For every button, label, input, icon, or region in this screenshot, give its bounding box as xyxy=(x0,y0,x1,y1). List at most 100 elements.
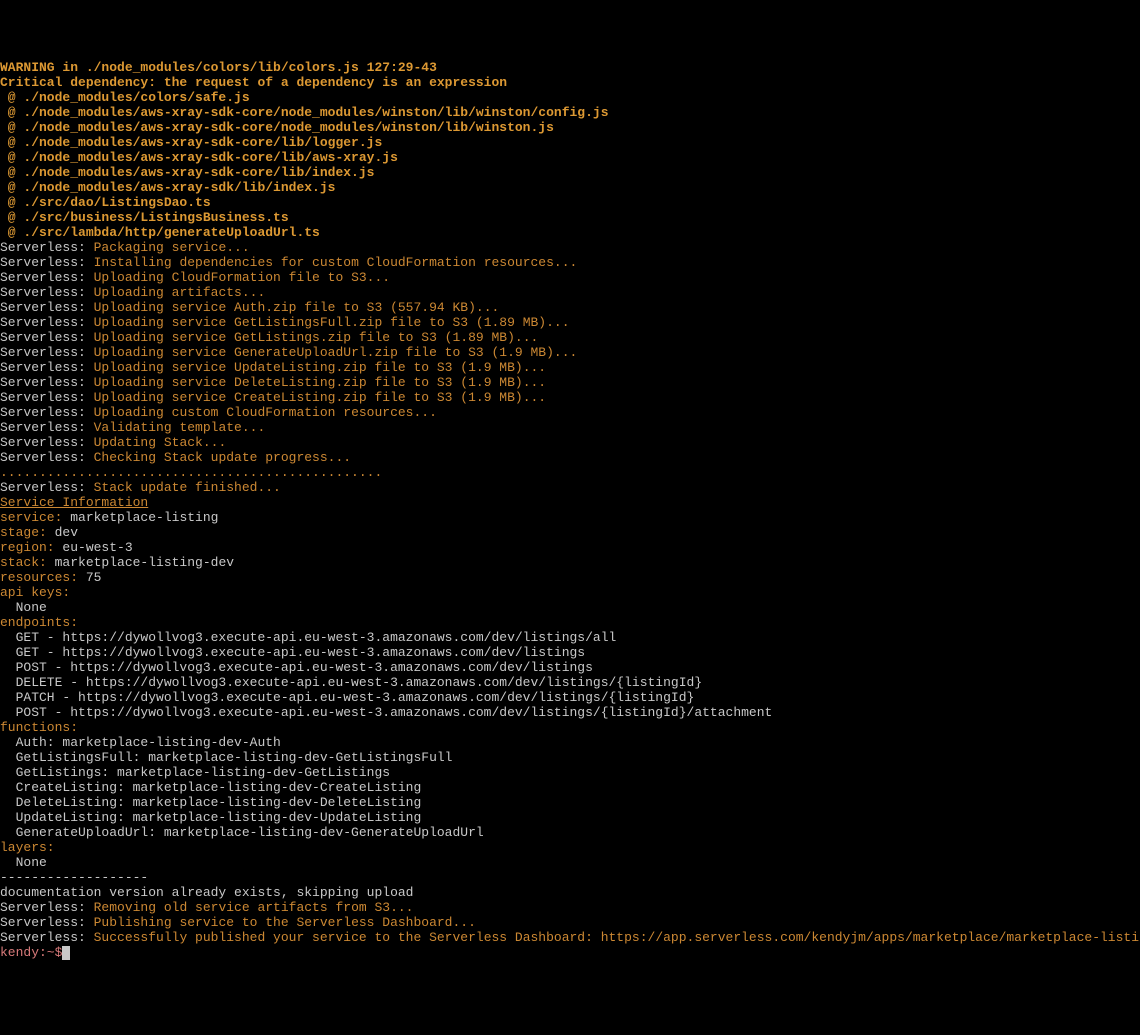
serverless-step-9: Uploading service DeleteListing.zip file… xyxy=(94,375,546,390)
serverless-step-0: Packaging service... xyxy=(94,240,250,255)
dashes: ------------------- xyxy=(0,870,1140,885)
sls-line-9: Serverless: Uploading service DeleteList… xyxy=(0,375,1140,390)
sls-line-11: Serverless: Uploading custom CloudFormat… xyxy=(0,405,1140,420)
sls-line-13: Serverless: Updating Stack... xyxy=(0,435,1140,450)
serverless-step-10: Uploading service CreateListing.zip file… xyxy=(94,390,546,405)
warning-stack-8: @ ./src/business/ListingsBusiness.ts xyxy=(0,210,1140,225)
serverless-step-1: Installing dependencies for custom Cloud… xyxy=(94,255,578,270)
serverless-prefix: Serverless: xyxy=(0,450,94,465)
serverless-prefix: Serverless: xyxy=(0,915,94,930)
warning-stack-5: @ ./node_modules/aws-xray-sdk-core/lib/i… xyxy=(0,165,1140,180)
doc-skip: documentation version already exists, sk… xyxy=(0,885,1140,900)
function-3: CreateListing: marketplace-listing-dev-C… xyxy=(0,780,1140,795)
function-5: UpdateListing: marketplace-listing-dev-U… xyxy=(0,810,1140,825)
warning-stack-7: @ ./src/dao/ListingsDao.ts xyxy=(0,195,1140,210)
sls-line-7: Serverless: Uploading service GenerateUp… xyxy=(0,345,1140,360)
info-region: region: eu-west-3 xyxy=(0,540,1140,555)
serverless-prefix: Serverless: xyxy=(0,270,94,285)
serverless-prefix: Serverless: xyxy=(0,390,94,405)
function-2: GetListings: marketplace-listing-dev-Get… xyxy=(0,765,1140,780)
serverless-step-11: Uploading custom CloudFormation resource… xyxy=(94,405,437,420)
serverless-prefix: Serverless: xyxy=(0,315,94,330)
info-apikeys-value: None xyxy=(0,600,1140,615)
info-service: service: marketplace-listing xyxy=(0,510,1140,525)
sls-line-2: Serverless: Uploading CloudFormation fil… xyxy=(0,270,1140,285)
serverless-prefix: Serverless: xyxy=(0,300,94,315)
function-0: Auth: marketplace-listing-dev-Auth xyxy=(0,735,1140,750)
info-stage: stage: dev xyxy=(0,525,1140,540)
info-stack: stack: marketplace-listing-dev xyxy=(0,555,1140,570)
serverless-prefix: Serverless: xyxy=(0,285,94,300)
info-functions-label: functions: xyxy=(0,720,1140,735)
warning-stack-9: @ ./src/lambda/http/generateUploadUrl.ts xyxy=(0,225,1140,240)
info-layers-label: layers: xyxy=(0,840,1140,855)
sls-line-3: Serverless: Uploading artifacts... xyxy=(0,285,1140,300)
sls-line-10: Serverless: Uploading service CreateList… xyxy=(0,390,1140,405)
endpoint-3: DELETE - https://dywollvog3.execute-api.… xyxy=(0,675,1140,690)
serverless-step-2: Uploading CloudFormation file to S3... xyxy=(94,270,390,285)
serverless-step-4: Uploading service Auth.zip file to S3 (5… xyxy=(94,300,500,315)
sls-tail-1: Publishing service to the Serverless Das… xyxy=(94,915,476,930)
endpoint-4: PATCH - https://dywollvog3.execute-api.e… xyxy=(0,690,1140,705)
sls-tail-line-1: Serverless: Publishing service to the Se… xyxy=(0,915,1140,930)
info-resources: resources: 75 xyxy=(0,570,1140,585)
function-4: DeleteListing: marketplace-listing-dev-D… xyxy=(0,795,1140,810)
warning-stack-1: @ ./node_modules/aws-xray-sdk-core/node_… xyxy=(0,105,1140,120)
warning-stack-2: @ ./node_modules/aws-xray-sdk-core/node_… xyxy=(0,120,1140,135)
endpoint-1: GET - https://dywollvog3.execute-api.eu-… xyxy=(0,645,1140,660)
prompt-line[interactable]: kendy:~$ xyxy=(0,945,1140,960)
warning-stack-4: @ ./node_modules/aws-xray-sdk-core/lib/a… xyxy=(0,150,1140,165)
sls-tail-line-0: Serverless: Removing old service artifac… xyxy=(0,900,1140,915)
serverless-prefix: Serverless: xyxy=(0,375,94,390)
serverless-step-7: Uploading service GenerateUploadUrl.zip … xyxy=(94,345,578,360)
serverless-step-3: Uploading artifacts... xyxy=(94,285,266,300)
stack-finished: Stack update finished... xyxy=(94,480,281,495)
serverless-step-6: Uploading service GetListings.zip file t… xyxy=(94,330,539,345)
serverless-prefix: Serverless: xyxy=(0,360,94,375)
sls-line-5: Serverless: Uploading service GetListing… xyxy=(0,315,1140,330)
warning-stack-3: @ ./node_modules/aws-xray-sdk-core/lib/l… xyxy=(0,135,1140,150)
serverless-prefix: Serverless: xyxy=(0,930,94,945)
info-apikeys-label: api keys: xyxy=(0,585,1140,600)
serverless-prefix: Serverless: xyxy=(0,345,94,360)
sls-line-4: Serverless: Uploading service Auth.zip f… xyxy=(0,300,1140,315)
serverless-prefix: Serverless: xyxy=(0,255,94,270)
serverless-step-12: Validating template... xyxy=(94,420,266,435)
serverless-step-8: Uploading service UpdateListing.zip file… xyxy=(94,360,546,375)
progress-dots: ........................................… xyxy=(0,465,1140,480)
serverless-step-5: Uploading service GetListingsFull.zip fi… xyxy=(94,315,570,330)
sls-tail-2: Successfully published your service to t… xyxy=(94,930,1140,945)
cursor xyxy=(62,946,70,960)
sls-line-12: Serverless: Validating template... xyxy=(0,420,1140,435)
serverless-prefix: Serverless: xyxy=(0,240,94,255)
serverless-prefix: Serverless: xyxy=(0,420,94,435)
sls-tail-0: Removing old service artifacts from S3..… xyxy=(94,900,414,915)
endpoint-5: POST - https://dywollvog3.execute-api.eu… xyxy=(0,705,1140,720)
sls-line-0: Serverless: Packaging service... xyxy=(0,240,1140,255)
warning-stack-0: @ ./node_modules/colors/safe.js xyxy=(0,90,1140,105)
serverless-prefix: Serverless: xyxy=(0,480,94,495)
sls-line-14: Serverless: Checking Stack update progre… xyxy=(0,450,1140,465)
endpoint-0: GET - https://dywollvog3.execute-api.eu-… xyxy=(0,630,1140,645)
serverless-prefix: Serverless: xyxy=(0,405,94,420)
function-1: GetListingsFull: marketplace-listing-dev… xyxy=(0,750,1140,765)
service-info-header: Service Information xyxy=(0,495,1140,510)
serverless-prefix: Serverless: xyxy=(0,435,94,450)
endpoint-2: POST - https://dywollvog3.execute-api.eu… xyxy=(0,660,1140,675)
sls-line-1: Serverless: Installing dependencies for … xyxy=(0,255,1140,270)
warning-header: WARNING in ./node_modules/colors/lib/col… xyxy=(0,60,1140,75)
info-layers-value: None xyxy=(0,855,1140,870)
shell-prompt: kendy:~$ xyxy=(0,945,62,960)
warning-subheader: Critical dependency: the request of a de… xyxy=(0,75,1140,90)
sls-tail-line-2: Serverless: Successfully published your … xyxy=(0,930,1140,945)
warning-stack-6: @ ./node_modules/aws-xray-sdk/lib/index.… xyxy=(0,180,1140,195)
sls-line-8: Serverless: Uploading service UpdateList… xyxy=(0,360,1140,375)
serverless-step-13: Updating Stack... xyxy=(94,435,227,450)
info-endpoints-label: endpoints: xyxy=(0,615,1140,630)
terminal-output[interactable]: WARNING in ./node_modules/colors/lib/col… xyxy=(0,60,1140,960)
function-6: GenerateUploadUrl: marketplace-listing-d… xyxy=(0,825,1140,840)
stack-finished-line: Serverless: Stack update finished... xyxy=(0,480,1140,495)
serverless-prefix: Serverless: xyxy=(0,900,94,915)
serverless-prefix: Serverless: xyxy=(0,330,94,345)
serverless-step-14: Checking Stack update progress... xyxy=(94,450,351,465)
